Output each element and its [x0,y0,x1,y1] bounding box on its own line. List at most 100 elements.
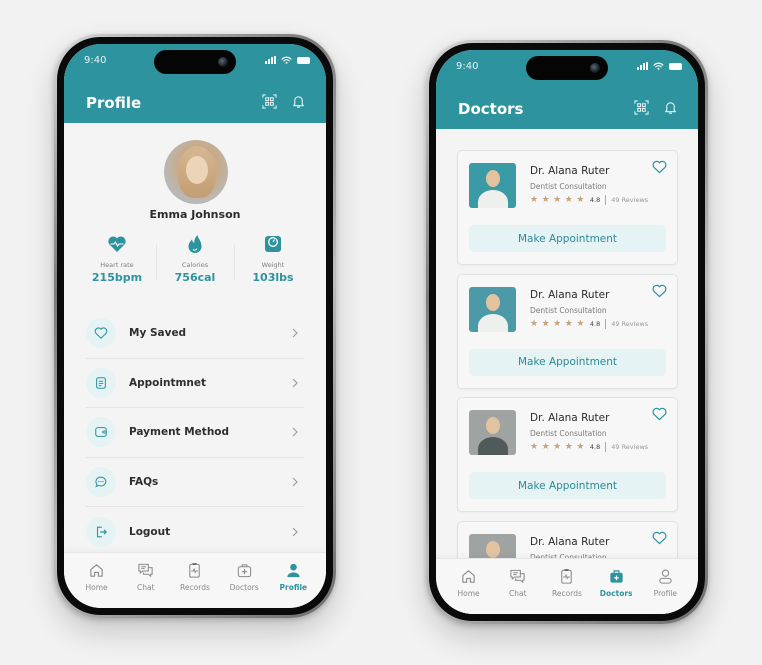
bottom-nav: Home Chat Records Doctors Profile [436,558,698,614]
nav-profile[interactable]: Profile [643,568,687,614]
doctor-photo [469,286,516,332]
signal-icon [637,62,648,70]
star-icon: ★ [553,318,562,329]
star-icon: ★ [530,318,539,329]
chevron-right-icon [292,477,298,487]
document-icon [96,376,106,389]
doctor-rating: ★ ★ ★ ★ ★ 4.8 49 Reviews [530,195,648,205]
star-icon: ★ [564,195,573,205]
status-icons [637,62,682,70]
doctor-name: Dr. Alana Ruter [530,165,610,177]
nav-home[interactable]: Home [447,568,491,614]
heart-icon [94,327,108,340]
chevron-right-icon [292,378,298,388]
chevron-right-icon [292,328,298,338]
doctor-specialty: Dentist Consultation [530,429,607,438]
qr-scan-icon[interactable] [262,94,277,109]
menu-item-appointment[interactable]: Appointmnet [86,359,304,408]
favorite-heart-icon[interactable] [652,160,667,174]
doctors-header: 9:40 Doctors [436,50,698,129]
chevron-right-icon [292,427,298,437]
star-icon: ★ [564,318,573,329]
rating-value: 4.8 [589,196,601,204]
wifi-icon [653,62,664,70]
page-title: Profile [86,94,142,112]
profile-screen: 9:40 Profile Emma Johnson Heart rate 215… [64,44,326,608]
doctor-card[interactable]: Dr. Alana Ruter Dentist Consultation ★ ★ ★… [457,273,678,389]
nav-doctors[interactable]: Doctors [594,568,638,614]
nav-doctors[interactable]: Doctors [222,562,266,608]
user-icon [287,563,300,578]
star-icon: ★ [530,195,539,205]
bell-icon[interactable] [663,100,678,115]
favorite-heart-icon[interactable] [652,531,667,545]
star-icon: ★ [576,318,585,329]
stat-heart-rate: Heart rate 215bpm [78,234,156,284]
user-name: Emma Johnson [149,208,241,221]
nav-records[interactable]: Records [173,562,217,608]
profile-menu: My Saved Appointmnet Payment Method FAQs [86,309,304,557]
review-count: 49 Reviews [611,443,649,451]
heart-pulse-icon [108,236,126,252]
doctor-card[interactable]: Dr. Alana Ruter Dentist Consultation ★ ★ ★… [457,397,678,512]
qr-scan-icon[interactable] [634,100,649,115]
nav-home[interactable]: Home [75,562,119,608]
records-icon [189,562,201,578]
nav-chat[interactable]: Chat [496,568,540,614]
make-appointment-button[interactable]: Make Appointment [469,225,666,252]
wallet-icon [95,427,107,438]
wifi-icon [281,56,292,64]
chat-icon [138,563,153,578]
doctor-name: Dr. Alana Ruter [530,288,610,301]
nav-records[interactable]: Records [545,568,589,614]
stat-calories: Calories 756cal [156,234,234,284]
favorite-heart-icon[interactable] [652,407,667,421]
nav-profile[interactable]: Profile [271,562,315,608]
phone-doctors: 9:40 Doctors Dr. Alana Ruter Dentist Con… [426,40,708,624]
star-icon: ★ [553,442,562,452]
records-icon [561,568,573,584]
doctor-bag-icon [610,570,623,583]
logout-icon [96,526,108,538]
star-icon: ★ [541,442,550,452]
user-icon [659,569,672,584]
doctor-list: Dr. Alana Ruter Dentist Consultation ★ ★ ★… [457,150,678,614]
home-icon [462,570,475,583]
bell-icon[interactable] [291,94,306,109]
doctor-name: Dr. Alana Ruter [530,412,610,424]
doctor-rating: ★ ★ ★ ★ ★ 4.8 49 Reviews [530,442,648,452]
status-time: 9:40 [456,61,479,72]
status-time: 9:40 [84,55,107,66]
nav-chat[interactable]: Chat [124,562,168,608]
doctor-specialty: Dentist Consultation [530,305,607,315]
make-appointment-button[interactable]: Make Appointment [469,472,666,499]
doctor-photo [469,410,516,455]
menu-item-my-saved[interactable]: My Saved [86,309,304,359]
star-icon: ★ [564,442,573,452]
camera-icon [590,63,600,73]
signal-icon [265,56,276,64]
rating-value: 4.8 [589,319,601,328]
chat-bubble-icon [95,476,107,488]
doctor-photo [469,163,516,208]
menu-item-logout[interactable]: Logout [86,507,304,557]
star-icon: ★ [541,195,550,205]
menu-item-payment-method[interactable]: Payment Method [86,408,304,458]
favorite-heart-icon[interactable] [652,284,667,298]
avatar[interactable] [164,140,228,204]
status-icons [265,56,310,64]
health-stats: Heart rate 215bpm Calories 756cal Weight… [78,234,312,284]
home-icon [90,564,103,577]
doctor-bag-icon [237,564,251,578]
stat-weight: Weight 103lbs [234,234,312,284]
doctors-screen: 9:40 Doctors Dr. Alana Ruter Dentist Con… [436,50,698,614]
chevron-right-icon [292,527,298,537]
star-icon: ★ [553,195,562,205]
chat-icon [510,569,525,584]
star-icon: ★ [576,442,585,452]
battery-icon [297,56,310,64]
doctor-specialty: Dentist Consultation [530,182,607,191]
menu-item-faqs[interactable]: FAQs [86,458,304,507]
make-appointment-button[interactable]: Make Appointment [469,348,666,376]
doctor-card[interactable]: Dr. Alana Ruter Dentist Consultation ★ ★ ★… [457,150,678,265]
